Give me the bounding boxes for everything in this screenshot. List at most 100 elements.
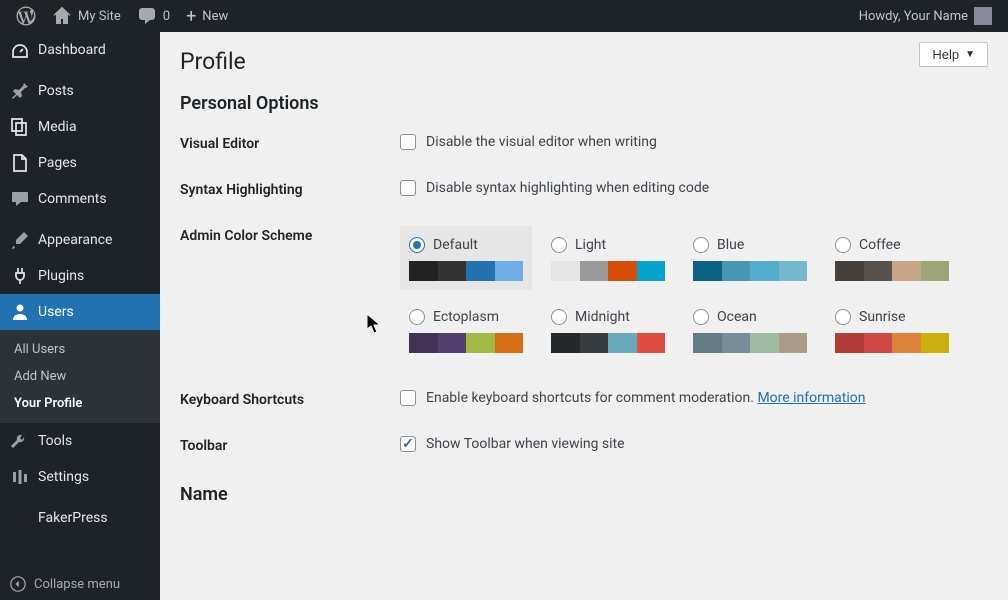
avatar	[974, 7, 992, 25]
sidebar-item-pages[interactable]: Pages	[0, 145, 160, 181]
radio[interactable]	[551, 237, 567, 253]
scheme-name: Midnight	[575, 309, 630, 325]
row-toolbar: Toolbar Show Toolbar when viewing site	[180, 436, 988, 454]
color-scheme-sunrise[interactable]: Sunrise	[826, 298, 958, 362]
user-menu[interactable]: Howdy, Your Name	[851, 0, 1000, 32]
swatches	[551, 261, 665, 281]
toolbar-text: Show Toolbar when viewing site	[426, 436, 625, 452]
user-icon	[10, 302, 30, 322]
sidebar-item-label: Plugins	[38, 268, 84, 284]
site-name: My Site	[78, 9, 121, 24]
swatches	[693, 333, 807, 353]
sidebar-item-fakerpress[interactable]: FakerPress	[0, 500, 160, 536]
new-link[interactable]: + New	[178, 0, 236, 32]
site-link[interactable]: My Site	[44, 0, 129, 32]
help-button[interactable]: Help ▼	[919, 42, 988, 67]
comment-icon	[137, 6, 157, 26]
row-color-scheme: Admin Color Scheme DefaultLightBlueCoffe…	[180, 226, 988, 362]
sidebar-item-settings[interactable]: Settings	[0, 459, 160, 495]
brush-icon	[10, 230, 30, 250]
more-info-link[interactable]: More information	[757, 390, 865, 406]
blank-icon	[10, 508, 30, 528]
content-area: Help ▼ Profile Personal Options Visual E…	[160, 32, 1008, 600]
radio[interactable]	[551, 309, 567, 325]
swatches	[835, 261, 949, 281]
sidebar-item-label: Media	[38, 119, 77, 135]
section-personal-options: Personal Options	[180, 93, 988, 114]
home-icon	[52, 6, 72, 26]
radio[interactable]	[693, 309, 709, 325]
scheme-name: Light	[575, 237, 606, 253]
color-scheme-midnight[interactable]: Midnight	[542, 298, 674, 362]
sidebar-item-tools[interactable]: Tools	[0, 423, 160, 459]
radio[interactable]	[693, 237, 709, 253]
sidebar-item-users[interactable]: Users	[0, 294, 160, 330]
dashboard-icon	[10, 40, 30, 60]
scheme-name: Coffee	[859, 237, 901, 253]
sidebar-item-media[interactable]: Media	[0, 109, 160, 145]
color-scheme-default[interactable]: Default	[400, 226, 532, 290]
radio[interactable]	[835, 309, 851, 325]
swatches	[835, 333, 949, 353]
admin-sidebar: Dashboard Posts Media Pages Comments Appearan…	[0, 32, 160, 600]
chevron-down-icon: ▼	[965, 49, 975, 60]
color-scheme-ocean[interactable]: Ocean	[684, 298, 816, 362]
sidebar-item-comments[interactable]: Comments	[0, 181, 160, 217]
sidebar-item-label: Settings	[38, 469, 89, 485]
color-scheme-blue[interactable]: Blue	[684, 226, 816, 290]
page-title: Profile	[180, 48, 988, 75]
sidebar-item-label: Comments	[38, 191, 107, 207]
sidebar-item-label: Appearance	[38, 232, 112, 248]
keyboard-checkbox[interactable]	[400, 390, 416, 406]
radio[interactable]	[409, 309, 425, 325]
sidebar-item-posts[interactable]: Posts	[0, 73, 160, 109]
new-label: New	[202, 9, 228, 24]
comments-count: 0	[163, 9, 170, 24]
sidebar-item-appearance[interactable]: Appearance	[0, 222, 160, 258]
swatches	[551, 333, 665, 353]
collapse-icon	[10, 576, 26, 592]
wordpress-icon	[16, 6, 36, 26]
swatches	[693, 261, 807, 281]
row-visual-editor: Visual Editor Disable the visual editor …	[180, 134, 988, 152]
syntax-text: Disable syntax highlighting when editing…	[426, 180, 709, 196]
syntax-checkbox[interactable]	[400, 180, 416, 196]
toolbar-checkbox[interactable]	[400, 436, 416, 452]
howdy-text: Howdy, Your Name	[859, 9, 968, 24]
color-scheme-ectoplasm[interactable]: Ectoplasm	[400, 298, 532, 362]
row-syntax: Syntax Highlighting Disable syntax highl…	[180, 180, 988, 198]
syntax-label: Syntax Highlighting	[180, 180, 400, 198]
sidebar-item-label: FakerPress	[38, 510, 108, 526]
admin-toolbar: My Site 0 + New Howdy, Your Name	[0, 0, 1008, 32]
comments-link[interactable]: 0	[129, 0, 178, 32]
sidebar-item-dashboard[interactable]: Dashboard	[0, 32, 160, 68]
submenu-item-add-new[interactable]: Add New	[0, 363, 160, 390]
keyboard-label: Keyboard Shortcuts	[180, 390, 400, 408]
sidebar-item-label: Users	[38, 304, 74, 320]
toolbar-label: Toolbar	[180, 436, 400, 454]
sidebar-item-plugins[interactable]: Plugins	[0, 258, 160, 294]
submenu-users: All UsersAdd NewYour Profile	[0, 330, 160, 423]
radio[interactable]	[835, 237, 851, 253]
sidebar-item-label: Tools	[38, 433, 72, 449]
radio[interactable]	[409, 237, 425, 253]
wrench-icon	[10, 431, 30, 451]
section-name: Name	[180, 484, 988, 505]
visual-editor-text: Disable the visual editor when writing	[426, 134, 657, 150]
keyboard-text: Enable keyboard shortcuts for comment mo…	[426, 390, 754, 406]
plug-icon	[10, 266, 30, 286]
submenu-item-all-users[interactable]: All Users	[0, 336, 160, 363]
media-icon	[10, 117, 30, 137]
color-scheme-coffee[interactable]: Coffee	[826, 226, 958, 290]
sidebar-item-label: Posts	[38, 83, 74, 99]
submenu-item-your-profile[interactable]: Your Profile	[0, 390, 160, 417]
collapse-menu[interactable]: Collapse menu	[0, 568, 160, 600]
pin-icon	[10, 81, 30, 101]
scheme-name: Ectoplasm	[433, 309, 499, 325]
wp-logo[interactable]	[8, 0, 44, 32]
visual-editor-label: Visual Editor	[180, 134, 400, 152]
visual-editor-checkbox[interactable]	[400, 134, 416, 150]
scheme-name: Ocean	[717, 309, 757, 325]
scheme-name: Default	[433, 237, 478, 253]
color-scheme-light[interactable]: Light	[542, 226, 674, 290]
